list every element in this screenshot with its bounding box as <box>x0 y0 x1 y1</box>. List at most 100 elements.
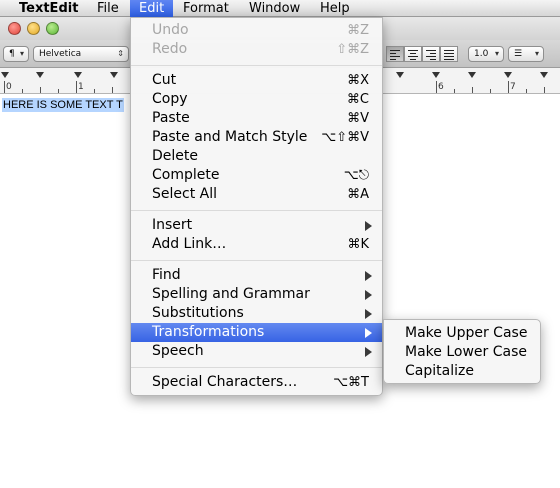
tab-stop-icon[interactable] <box>396 72 404 78</box>
menu-item-label: Select All <box>152 186 217 202</box>
menu-item-label: Make Lower Case <box>405 344 527 360</box>
tab-stop-icon[interactable] <box>110 72 118 78</box>
menu-item-label: Copy <box>152 91 188 107</box>
menu-format[interactable]: Format <box>174 0 238 17</box>
menu-separator <box>131 367 382 368</box>
submenu-arrow-icon <box>365 221 372 231</box>
list-icon: ☰ <box>514 49 523 59</box>
menu-item-insert[interactable]: Insert <box>131 216 382 235</box>
menu-item-copy[interactable]: Copy ⌘C <box>131 90 382 109</box>
tab-stop-icon[interactable] <box>432 72 440 78</box>
ruler-tick <box>22 89 23 93</box>
menu-item-label: Capitalize <box>405 363 474 379</box>
transformations-submenu: Make Upper Case Make Lower Case Capitali… <box>383 319 541 384</box>
menu-item-complete[interactable]: Complete ⌥⎋ <box>131 166 382 185</box>
menu-bar: TextEdit File Edit Format Window Help <box>0 0 560 17</box>
menu-item-label: Redo <box>152 41 188 57</box>
selected-text[interactable]: HERE IS SOME TEXT T <box>2 98 124 112</box>
font-family-popup[interactable]: Helvetica ⇕ <box>33 46 129 62</box>
menu-item-shortcut: ⌘A <box>347 187 369 202</box>
menu-item-label: Complete <box>152 167 220 183</box>
tab-stop-icon[interactable] <box>36 72 44 78</box>
close-window-icon[interactable] <box>8 22 21 35</box>
ruler-tick <box>508 81 509 93</box>
menu-item-add-link[interactable]: Add Link… ⌘K <box>131 235 382 254</box>
menu-item-paste-and-match-style[interactable]: Paste and Match Style ⌥⇧⌘V <box>131 128 382 147</box>
menu-item-spelling-and-grammar[interactable]: Spelling and Grammar <box>131 285 382 304</box>
align-center-button[interactable] <box>404 46 422 62</box>
line-spacing-popup[interactable]: 1.0 ▾ <box>468 46 504 62</box>
menu-item-capitalize[interactable]: Capitalize <box>384 362 540 381</box>
menu-item-delete[interactable]: Delete <box>131 147 382 166</box>
ruler-label: 1 <box>78 82 84 92</box>
menu-item-label: Paste and Match Style <box>152 129 308 145</box>
submenu-arrow-icon <box>365 271 372 281</box>
menu-item-label: Substitutions <box>152 305 244 321</box>
menu-item-shortcut: ⌘C <box>346 92 369 107</box>
align-right-button[interactable] <box>422 46 440 62</box>
menu-edit[interactable]: Edit <box>130 0 174 17</box>
minimize-window-icon[interactable] <box>27 22 40 35</box>
menu-window[interactable]: Window <box>240 0 309 17</box>
font-family-value: Helvetica <box>39 49 82 59</box>
ruler-tick <box>4 81 5 93</box>
ruler-tick <box>58 89 59 93</box>
menu-item-cut[interactable]: Cut ⌘X <box>131 71 382 90</box>
align-left-button[interactable] <box>386 46 404 62</box>
menu-item-label: Cut <box>152 72 177 88</box>
menu-help[interactable]: Help <box>311 0 359 17</box>
justify-button[interactable] <box>440 46 458 62</box>
popup-arrow-icon: ▾ <box>534 49 539 58</box>
ruler-tick <box>526 89 527 93</box>
paragraph-style-popup[interactable]: ¶ ▾ <box>3 46 29 62</box>
menu-item-label: Spelling and Grammar <box>152 286 310 302</box>
ruler-tick <box>76 81 77 93</box>
ruler-tick <box>436 81 437 93</box>
menu-item-shortcut: ⌥⌘T <box>333 375 369 390</box>
submenu-arrow-icon <box>365 328 372 338</box>
ruler-tick <box>490 89 491 93</box>
tab-stop-icon[interactable] <box>504 72 512 78</box>
menu-item-label: Find <box>152 267 181 283</box>
zoom-window-icon[interactable] <box>46 22 59 35</box>
line-spacing-value: 1.0 <box>474 49 489 59</box>
tab-stop-icon[interactable] <box>74 72 82 78</box>
menu-item-speech[interactable]: Speech <box>131 342 382 361</box>
submenu-arrow-icon <box>365 309 372 319</box>
menu-item-make-lower-case[interactable]: Make Lower Case <box>384 343 540 362</box>
menu-item-special-characters[interactable]: Special Characters… ⌥⌘T <box>131 373 382 392</box>
menu-item-substitutions[interactable]: Substitutions <box>131 304 382 323</box>
menu-item-label: Special Characters… <box>152 374 298 390</box>
menu-item-label: Make Upper Case <box>405 325 528 341</box>
ruler-tick <box>40 87 41 93</box>
edit-menu: Undo ⌘Z Redo ⇧⌘Z Cut ⌘X Copy ⌘C Paste ⌘V… <box>130 17 383 396</box>
menu-item-select-all[interactable]: Select All ⌘A <box>131 185 382 204</box>
indent-marker-icon[interactable] <box>1 72 9 78</box>
menu-item-make-upper-case[interactable]: Make Upper Case <box>384 324 540 343</box>
popup-arrow-icon: ⇕ <box>117 49 124 58</box>
ruler-tick <box>472 87 473 93</box>
popup-arrow-icon: ▾ <box>19 49 24 58</box>
menu-item-label: Delete <box>152 148 198 164</box>
ruler-label: 7 <box>510 82 516 92</box>
menu-item-label: Undo <box>152 22 189 38</box>
tab-stop-icon[interactable] <box>540 72 548 78</box>
menu-item-shortcut: ⌘V <box>347 111 369 126</box>
list-style-popup[interactable]: ☰ ▾ <box>508 46 544 62</box>
menu-item-shortcut: ⇧⌘Z <box>336 42 369 57</box>
menu-item-find[interactable]: Find <box>131 266 382 285</box>
menu-item-label: Insert <box>152 217 193 233</box>
menu-item-transformations[interactable]: Transformations <box>131 323 382 342</box>
ruler-label: 6 <box>438 82 444 92</box>
menu-item-shortcut: ⌥⎋ <box>343 168 369 183</box>
menu-separator <box>131 210 382 211</box>
tab-stop-icon[interactable] <box>468 72 476 78</box>
menu-file[interactable]: File <box>88 0 128 17</box>
menu-item-paste[interactable]: Paste ⌘V <box>131 109 382 128</box>
menu-item-undo[interactable]: Undo ⌘Z <box>131 21 382 40</box>
submenu-arrow-icon <box>365 290 372 300</box>
ruler-label: 0 <box>6 82 12 92</box>
menu-app-textedit[interactable]: TextEdit <box>10 0 87 17</box>
menu-separator <box>131 260 382 261</box>
menu-item-redo[interactable]: Redo ⇧⌘Z <box>131 40 382 59</box>
